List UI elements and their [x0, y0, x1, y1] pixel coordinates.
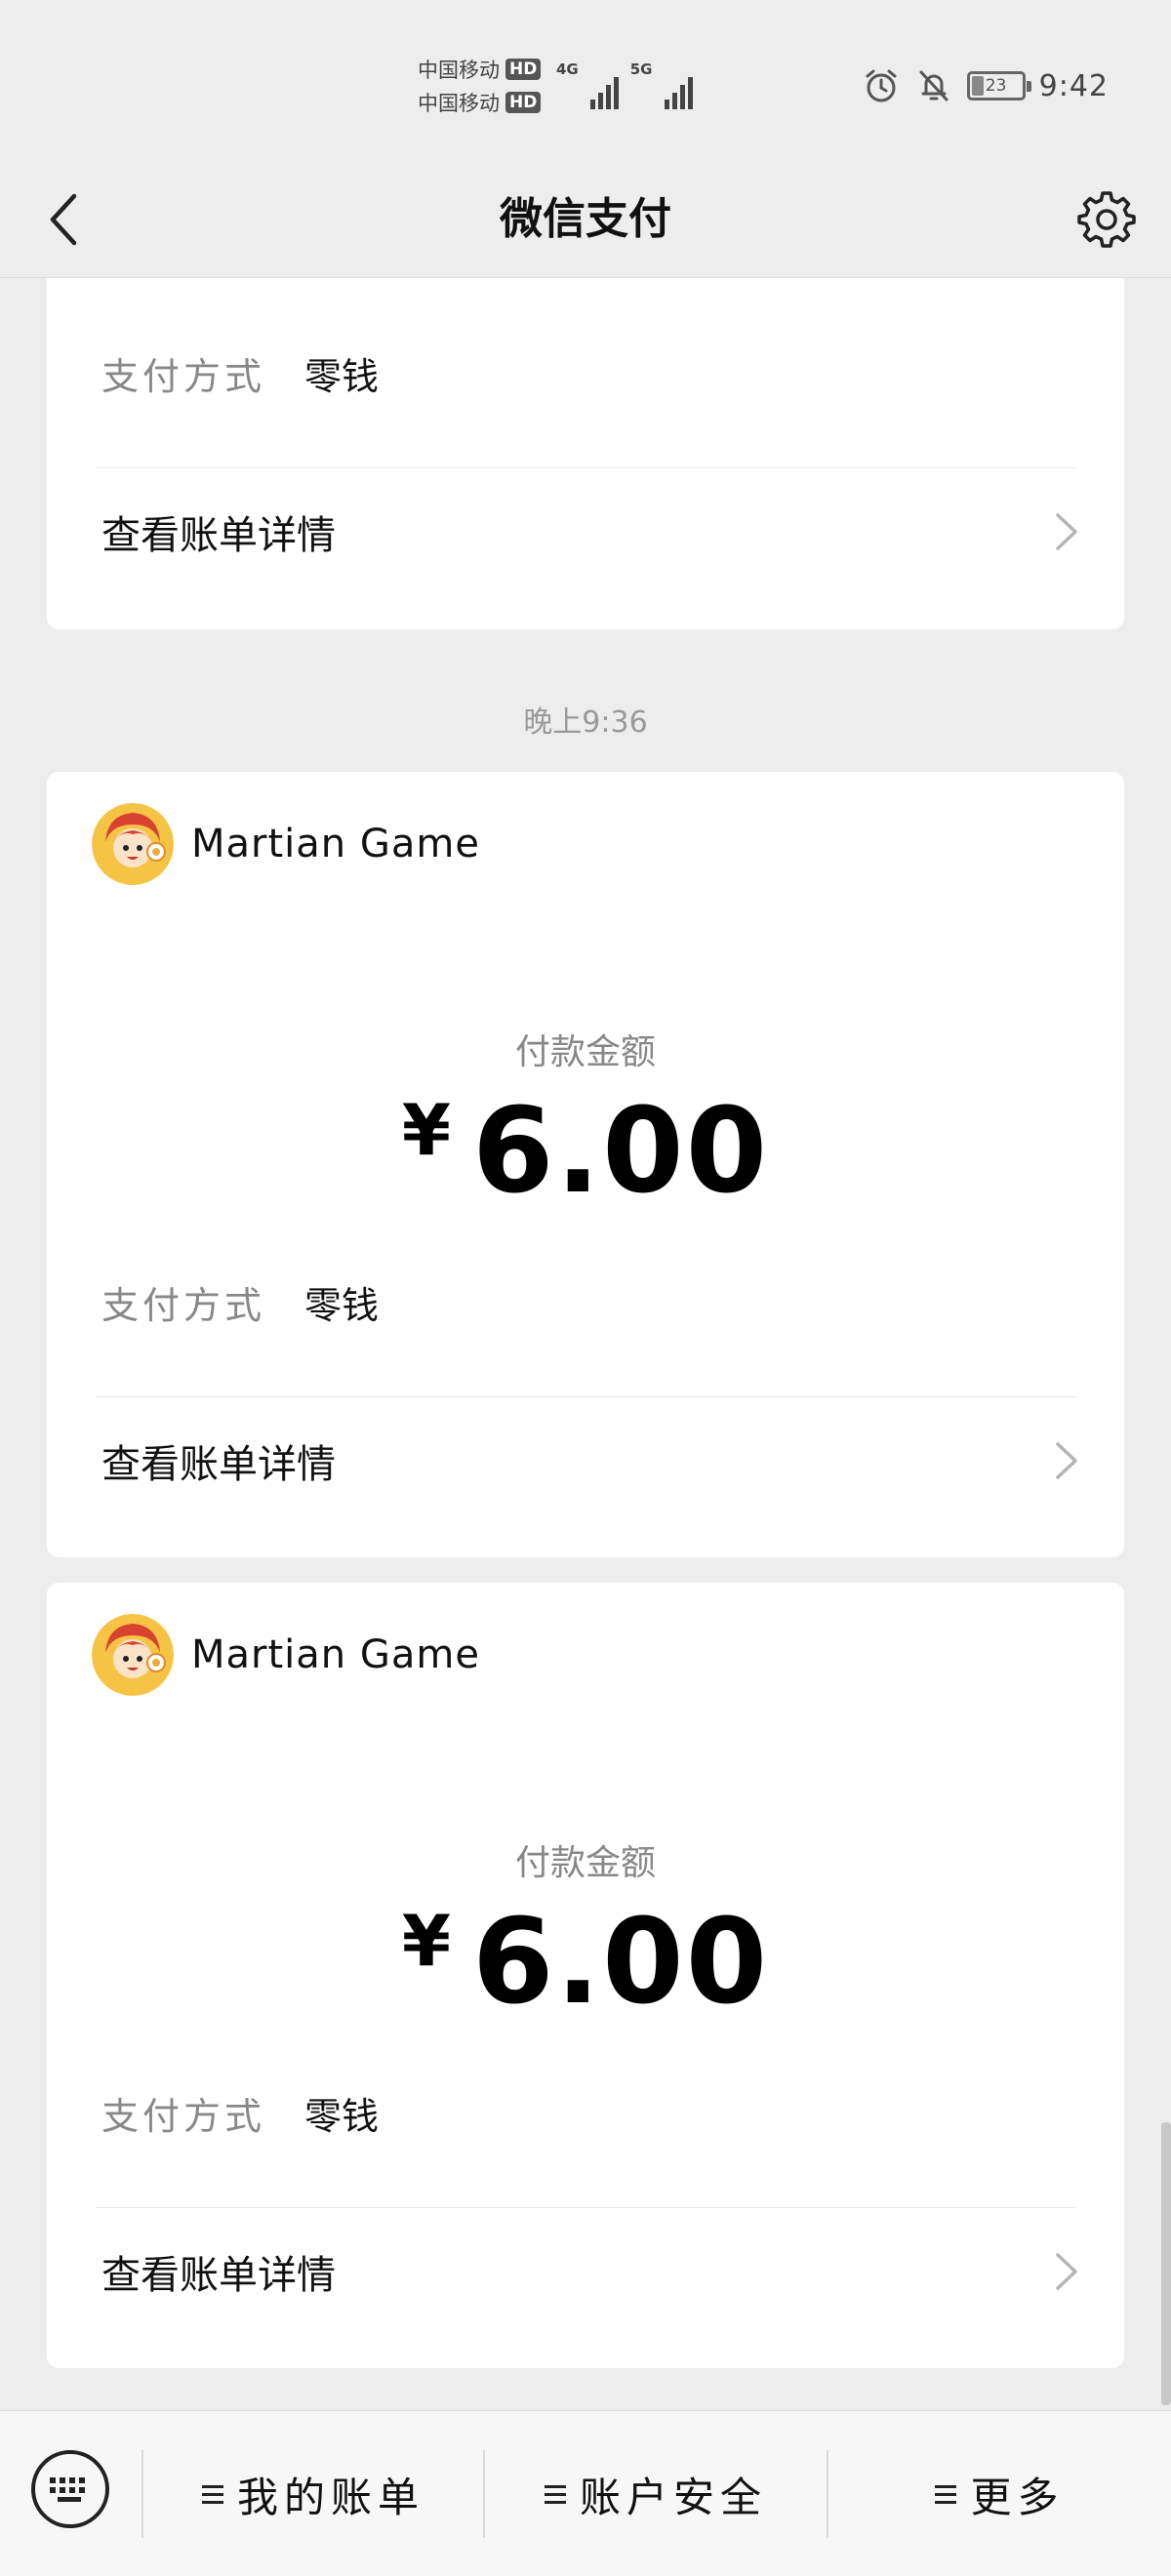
signal-icon — [589, 74, 619, 109]
carrier-line-2: 中国移动 HD — [418, 88, 542, 117]
payment-card: Martian Game 付款金额 ¥6.00 支付方式 零钱 查看账单详情 — [47, 1583, 1124, 2368]
merchant-name: Martian Game — [191, 822, 480, 866]
hd-badge-2: HD — [505, 92, 542, 113]
carrier-line-1: 中国移动 HD — [418, 55, 542, 84]
status-time: 9:42 — [1038, 68, 1109, 103]
menu-item-label: 更多 — [970, 2473, 1065, 2521]
carrier-name-1: 中国移动 — [418, 59, 500, 82]
view-bill-details[interactable]: 查看账单详情 — [47, 2208, 1124, 2335]
payment-amount-label: 付款金额 — [514, 1843, 656, 1883]
payment-amount-label: 付款金额 — [514, 1032, 656, 1072]
signal-icon — [664, 74, 693, 109]
merchant-avatar[interactable] — [92, 803, 174, 885]
view-bill-details-label: 查看账单详情 — [101, 513, 336, 558]
menu-my-bills[interactable]: 我的账单 — [143, 2450, 483, 2538]
currency-symbol: ¥ — [401, 1900, 452, 1982]
scrollbar[interactable] — [1161, 2122, 1171, 2405]
message-list[interactable]: 支付方式 零钱 查看账单详情 晚上9:36 Martian Game 付款金额 … — [0, 278, 1171, 2410]
amount-number: 6.00 — [472, 1895, 770, 2031]
chevron-left-icon — [50, 193, 77, 246]
menu-lines-icon — [544, 2484, 566, 2504]
hd-badge-1: HD — [505, 59, 542, 80]
mute-bell-icon — [914, 66, 953, 105]
payment-method-label: 支付方式 — [101, 1283, 266, 1327]
menu-lines-icon — [201, 2484, 223, 2504]
merchant-row[interactable]: Martian Game — [92, 803, 480, 885]
payment-method-label: 支付方式 — [101, 2094, 266, 2138]
menu-item-label: 我的账单 — [236, 2473, 424, 2521]
chevron-right-icon — [1056, 2253, 1077, 2290]
message-timestamp: 晚上9:36 — [523, 705, 648, 740]
status-bar: 中国移动 HD 中国移动 HD 4G 5G 23 9:42 — [0, 0, 1171, 161]
merchant-row[interactable]: Martian Game — [92, 1614, 480, 1696]
keyboard-icon — [50, 2477, 85, 2502]
menu-account-security[interactable]: 账户安全 — [485, 2450, 827, 2538]
network-4g-label: 4G — [556, 60, 579, 78]
amount-number: 6.00 — [472, 1084, 770, 1220]
carrier-name-2: 中国移动 — [418, 92, 500, 115]
currency-symbol: ¥ — [401, 1089, 452, 1171]
payment-method-value: 零钱 — [304, 354, 380, 398]
payment-method-value: 零钱 — [304, 1283, 380, 1327]
keyboard-toggle-button[interactable] — [31, 2450, 109, 2528]
payment-method-label: 支付方式 — [101, 354, 266, 398]
merchant-avatar[interactable] — [92, 1614, 174, 1696]
view-bill-details-label: 查看账单详情 — [101, 1442, 336, 1487]
merchant-name: Martian Game — [191, 1632, 480, 1677]
payment-method-row: 支付方式 零钱 — [101, 343, 379, 402]
nav-bar: 微信支付 — [0, 161, 1171, 278]
status-right: 23 9:42 — [862, 64, 1109, 107]
payment-amount: ¥6.00 — [47, 1895, 1124, 2031]
payment-method-row: 支付方式 零钱 — [101, 1272, 379, 1331]
chevron-right-icon — [1056, 513, 1077, 550]
payment-method-value: 零钱 — [304, 2094, 380, 2138]
network-indicators: 4G 5G — [556, 60, 693, 109]
network-5g-label: 5G — [629, 60, 653, 78]
menu-lines-icon — [935, 2484, 957, 2504]
payment-method-row: 支付方式 零钱 — [101, 2083, 379, 2142]
battery-icon: 23 — [966, 71, 1031, 101]
payment-card: 支付方式 零钱 查看账单详情 — [47, 278, 1124, 629]
view-bill-details[interactable]: 查看账单详情 — [47, 1397, 1124, 1524]
view-bill-details-label: 查看账单详情 — [101, 2253, 336, 2298]
back-button[interactable] — [33, 188, 96, 251]
payment-amount: ¥6.00 — [47, 1084, 1124, 1220]
chevron-right-icon — [1056, 1442, 1077, 1479]
gear-icon — [1077, 191, 1136, 248]
view-bill-details[interactable]: 查看账单详情 — [47, 468, 1124, 595]
battery-level: 23 — [985, 76, 1007, 96]
menu-more[interactable]: 更多 — [828, 2450, 1171, 2538]
menu-item-label: 账户安全 — [579, 2473, 767, 2521]
payment-card: Martian Game 付款金额 ¥6.00 支付方式 零钱 查看账单详情 — [47, 772, 1124, 1557]
settings-button[interactable] — [1075, 188, 1138, 251]
page-title: 微信支付 — [500, 194, 671, 244]
bottom-menu-bar: 我的账单 账户安全 更多 — [0, 2410, 1171, 2576]
alarm-icon — [862, 66, 901, 105]
